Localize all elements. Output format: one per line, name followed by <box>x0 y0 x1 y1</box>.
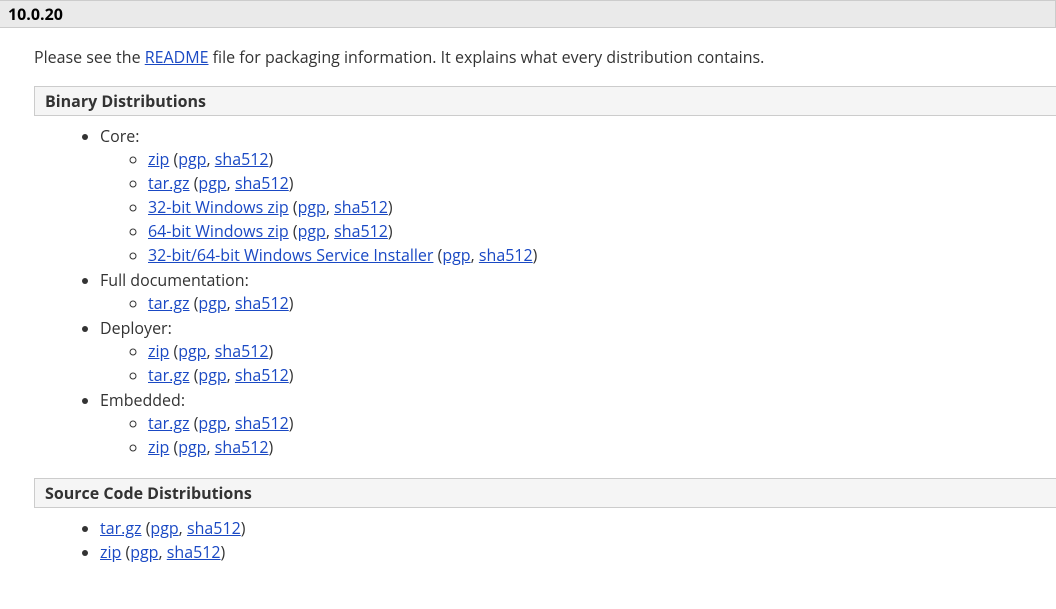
intro-text: Please see the README file for packaging… <box>34 46 1056 68</box>
download-item: zip (pgp, sha512) <box>148 339 1056 363</box>
sha512-link[interactable]: sha512 <box>215 340 269 362</box>
pgp-link[interactable]: pgp <box>198 412 226 434</box>
pgp-link[interactable]: pgp <box>198 364 226 386</box>
readme-link[interactable]: README <box>145 46 209 68</box>
pgp-link[interactable]: pgp <box>150 517 178 539</box>
group-label: Embedded: <box>100 389 185 411</box>
download-link[interactable]: tar.gz <box>100 517 142 539</box>
group-label: Core: <box>100 125 139 147</box>
download-link[interactable]: tar.gz <box>148 172 190 194</box>
sha512-link[interactable]: sha512 <box>235 172 289 194</box>
sha512-link[interactable]: sha512 <box>235 412 289 434</box>
download-link[interactable]: zip <box>100 541 121 563</box>
download-item: tar.gz (pgp, sha512) <box>148 411 1056 435</box>
group-item-list: tar.gz (pgp, sha512)zip (pgp, sha512) <box>100 411 1056 459</box>
pgp-link[interactable]: pgp <box>178 148 206 170</box>
sha512-link[interactable]: sha512 <box>215 148 269 170</box>
download-item: tar.gz (pgp, sha512) <box>100 516 1056 540</box>
sha512-link[interactable]: sha512 <box>215 436 269 458</box>
download-link[interactable]: 32-bit Windows zip <box>148 196 289 218</box>
binary-group: Full documentation:tar.gz (pgp, sha512) <box>100 268 1056 316</box>
pgp-link[interactable]: pgp <box>198 292 226 314</box>
version-header: 10.0.20 <box>0 0 1056 28</box>
sha512-link[interactable]: sha512 <box>334 196 388 218</box>
download-item: tar.gz (pgp, sha512) <box>148 363 1056 387</box>
download-link[interactable]: zip <box>148 436 169 458</box>
pgp-link[interactable]: pgp <box>178 436 206 458</box>
group-item-list: zip (pgp, sha512)tar.gz (pgp, sha512) <box>100 339 1056 387</box>
binary-group: Deployer:zip (pgp, sha512)tar.gz (pgp, s… <box>100 316 1056 388</box>
pgp-link[interactable]: pgp <box>178 340 206 362</box>
download-item: tar.gz (pgp, sha512) <box>148 291 1056 315</box>
group-label: Full documentation: <box>100 269 249 291</box>
download-link[interactable]: 64-bit Windows zip <box>148 220 289 242</box>
binary-group: Core:zip (pgp, sha512)tar.gz (pgp, sha51… <box>100 124 1056 268</box>
source-dist-header: Source Code Distributions <box>34 478 1056 508</box>
download-item: tar.gz (pgp, sha512) <box>148 171 1056 195</box>
group-label: Deployer: <box>100 317 172 339</box>
sha512-link[interactable]: sha512 <box>334 220 388 242</box>
pgp-link[interactable]: pgp <box>130 541 158 563</box>
download-link[interactable]: zip <box>148 148 169 170</box>
binary-group: Embedded:tar.gz (pgp, sha512)zip (pgp, s… <box>100 388 1056 460</box>
group-item-list: zip (pgp, sha512)tar.gz (pgp, sha512)32-… <box>100 147 1056 267</box>
source-dist-list: tar.gz (pgp, sha512)zip (pgp, sha512) <box>34 516 1056 564</box>
download-link[interactable]: tar.gz <box>148 292 190 314</box>
group-item-list: tar.gz (pgp, sha512) <box>100 291 1056 315</box>
sha512-link[interactable]: sha512 <box>167 541 221 563</box>
download-item: 32-bit/64-bit Windows Service Installer … <box>148 243 1056 267</box>
binary-dist-header: Binary Distributions <box>34 86 1056 116</box>
download-link[interactable]: tar.gz <box>148 412 190 434</box>
download-item: zip (pgp, sha512) <box>100 540 1056 564</box>
download-item: zip (pgp, sha512) <box>148 147 1056 171</box>
download-link[interactable]: 32-bit/64-bit Windows Service Installer <box>148 244 433 266</box>
sha512-link[interactable]: sha512 <box>235 364 289 386</box>
intro-prefix: Please see the <box>34 46 145 68</box>
intro-suffix: file for packaging information. It expla… <box>209 46 765 68</box>
download-link[interactable]: tar.gz <box>148 364 190 386</box>
sha512-link[interactable]: sha512 <box>235 292 289 314</box>
pgp-link[interactable]: pgp <box>298 220 326 242</box>
download-item: zip (pgp, sha512) <box>148 435 1056 459</box>
download-item: 64-bit Windows zip (pgp, sha512) <box>148 219 1056 243</box>
download-link[interactable]: zip <box>148 340 169 362</box>
download-item: 32-bit Windows zip (pgp, sha512) <box>148 195 1056 219</box>
pgp-link[interactable]: pgp <box>298 196 326 218</box>
binary-dist-list: Core:zip (pgp, sha512)tar.gz (pgp, sha51… <box>34 124 1056 460</box>
pgp-link[interactable]: pgp <box>442 244 470 266</box>
sha512-link[interactable]: sha512 <box>479 244 533 266</box>
sha512-link[interactable]: sha512 <box>187 517 241 539</box>
content-area: Please see the README file for packaging… <box>0 28 1056 564</box>
pgp-link[interactable]: pgp <box>198 172 226 194</box>
